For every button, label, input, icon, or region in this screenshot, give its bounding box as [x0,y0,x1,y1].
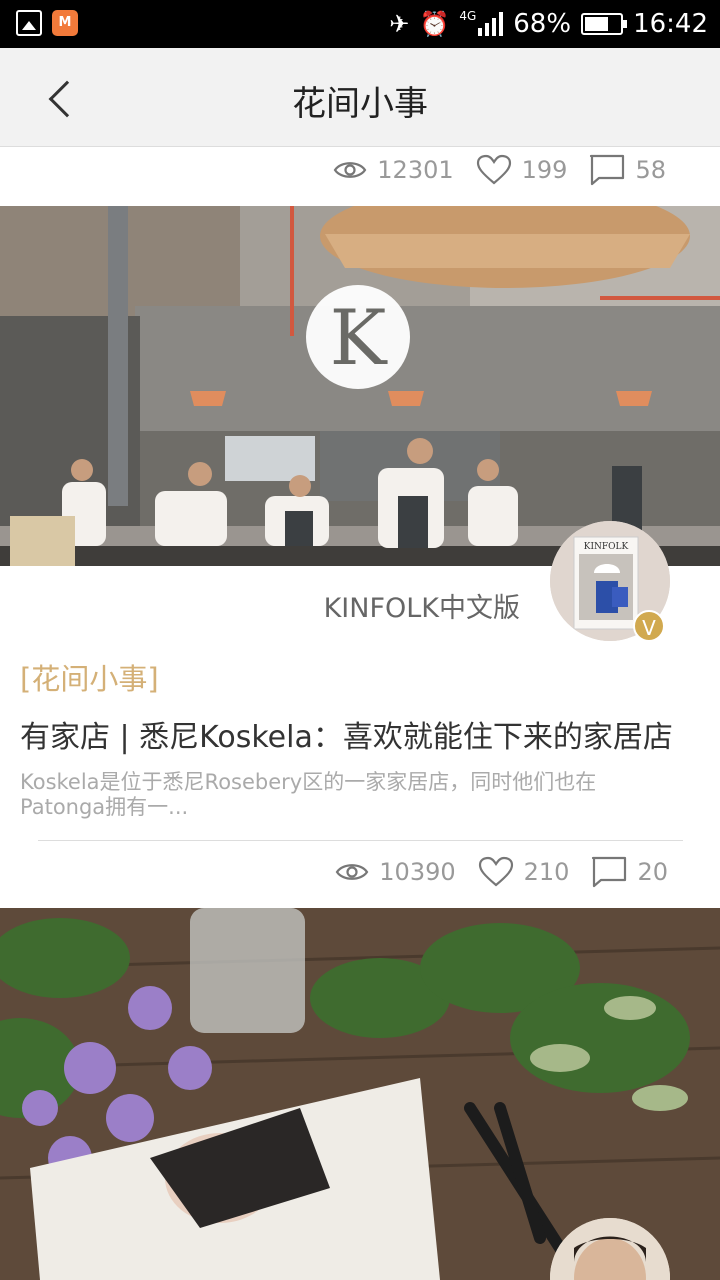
gallery-notification-icon [16,10,42,36]
svg-text:KINFOLK: KINFOLK [584,542,629,552]
brand-logo-letter: K [330,293,388,382]
article-stats: 10390 210 20 [313,856,668,888]
like-button[interactable]: 210 [478,856,569,888]
verified-badge: V [633,610,665,642]
view-count: 10390 [335,858,456,886]
article-category[interactable]: [花间小事] [20,656,159,698]
battery-percent: 68% [513,9,572,39]
heart-icon [478,856,513,887]
heart-icon [476,154,511,185]
eye-icon [333,162,367,178]
comment-button[interactable]: 20 [591,856,668,888]
eye-icon [335,864,369,880]
article-summary: Koskela是位于悉尼Rosebery区的一家家居店，同时他们也在Patong… [20,770,597,819]
top-navigation-bar: 花间小事 [0,48,720,147]
view-count: 12301 [333,156,454,184]
comment-icon [592,856,627,888]
vibrate-icon: ✈ [389,10,410,38]
comment-icon [590,154,625,186]
author-name[interactable]: KINFOLK中文版 [200,586,520,625]
divider [38,840,683,841]
signal-icon [478,12,504,36]
alarm-icon: ⏰ [419,10,450,38]
status-bar: M ✈ ⏰ 4G 68% 16:42 [0,0,720,48]
comment-button[interactable]: 58 [589,154,666,186]
article-stats: 12301 199 58 [311,154,666,186]
network-type: 4G [459,9,477,23]
like-button[interactable]: 199 [476,154,567,186]
clock: 16:42 [633,9,708,39]
app-notification-icon: M [52,10,78,36]
article-cover-image[interactable]: K [0,206,720,566]
article-title[interactable]: 有家店 | 悉尼Koskela：喜欢就能住下来的家居店 [20,712,710,756]
page-title: 花间小事 [292,84,428,124]
battery-icon [581,13,628,35]
